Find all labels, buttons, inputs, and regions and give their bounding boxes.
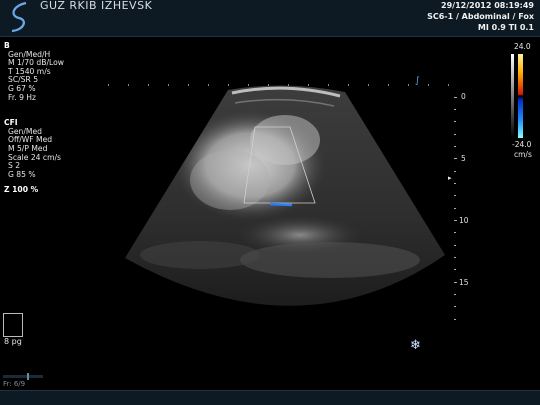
footer-bar bbox=[0, 390, 540, 405]
depth-ruler-ticks bbox=[454, 97, 457, 320]
focus-marker-icon[interactable]: ▸ bbox=[448, 174, 452, 182]
snowflake-icon[interactable]: ❄ bbox=[410, 338, 421, 353]
color-velocity-scale: 24.0 -24.0 cm/s bbox=[498, 42, 538, 162]
scale-min: -24.0 bbox=[512, 140, 532, 149]
page-thumbnail[interactable] bbox=[3, 313, 23, 337]
scale-unit: cm/s bbox=[514, 150, 532, 159]
ultrasound-image bbox=[108, 84, 457, 320]
scale-max: 24.0 bbox=[514, 42, 531, 51]
depth-label-10: 10 bbox=[459, 216, 469, 225]
depth-label-5: 5 bbox=[461, 154, 466, 163]
page-label: 8 pg bbox=[4, 337, 22, 346]
probe-orientation-icon: ∫ bbox=[415, 76, 420, 86]
color-map-bar bbox=[518, 54, 523, 138]
depth-label-15: 15 bbox=[459, 278, 469, 287]
cfi-param: G 85 % bbox=[8, 169, 36, 179]
cine-track bbox=[3, 375, 43, 378]
b-param: Fr. 9 Hz bbox=[8, 92, 37, 102]
gray-map-bar bbox=[511, 54, 514, 138]
parameter-panel: B Gen/Med/H M 1/70 dB/Low T 1540 m/s SC/… bbox=[4, 41, 64, 195]
doppler-flow bbox=[269, 202, 293, 207]
depth-label-0: 0 bbox=[461, 92, 466, 101]
frame-counter: Fr: 6/9 bbox=[3, 380, 26, 388]
cine-handle[interactable] bbox=[27, 373, 29, 380]
zoom-level: Z 100 % bbox=[4, 185, 39, 195]
